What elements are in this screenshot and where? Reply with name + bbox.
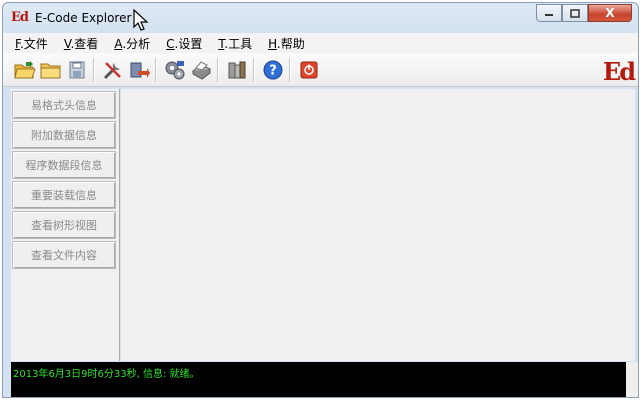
tools-icon (103, 61, 121, 79)
close-button[interactable]: X (588, 4, 632, 22)
open-file-button[interactable] (13, 58, 37, 82)
toolbar-separator (155, 57, 157, 82)
export-button[interactable] (127, 58, 151, 82)
nav-button-load-info[interactable]: 重要装载信息 (12, 181, 116, 209)
toolbar-separator (217, 57, 219, 82)
library-icon (228, 61, 246, 78)
save-button[interactable] (65, 58, 89, 82)
menu-settings[interactable]: C.设置 (166, 35, 202, 52)
print-button[interactable] (189, 58, 213, 82)
menu-view[interactable]: V.查看 (64, 35, 99, 52)
folder-icon (40, 63, 61, 78)
toolbar-separator (93, 57, 95, 82)
menu-file[interactable]: F.文件 (15, 35, 48, 52)
toolbar-separator (253, 57, 255, 82)
maximize-icon (570, 8, 580, 18)
nav-button-tree-view[interactable]: 查看树形视图 (12, 211, 116, 239)
export-icon (130, 62, 150, 78)
menu-help[interactable]: H.帮助 (268, 35, 305, 52)
nav-button-program-data-segment[interactable]: 程序数据段信息 (12, 151, 116, 179)
menu-tools[interactable]: T.工具 (218, 35, 252, 52)
help-button[interactable]: ? (261, 58, 285, 82)
close-icon: X (605, 6, 615, 20)
toolbar: ? Ed (3, 53, 638, 87)
gears-icon (165, 60, 185, 79)
status-log: 2013年6月3日9时6分33秒, 信息: 就绪。 (11, 362, 627, 397)
menu-analyze[interactable]: A.分析 (114, 35, 150, 52)
main-content-area (121, 89, 635, 361)
svg-text:?: ? (269, 63, 277, 78)
maximize-button[interactable] (562, 4, 588, 22)
nav-button-extra-data[interactable]: 附加数据信息 (12, 121, 116, 149)
app-window: Ed E-Code Explorer X F.文件 V.查看 A.分析 C.设置… (2, 2, 639, 398)
menu-bar: F.文件 V.查看 A.分析 C.设置 T.工具 H.帮助 (3, 33, 638, 53)
window-controls: X (536, 4, 632, 22)
status-text: 2013年6月3日9时6分33秒, 信息: 就绪。 (13, 369, 200, 380)
print-icon (192, 60, 211, 80)
minimize-icon (545, 14, 553, 16)
mouse-cursor-icon (133, 9, 149, 31)
save-icon (69, 61, 85, 78)
open-folder-icon (14, 60, 36, 78)
app-logo-icon: Ed (11, 10, 29, 25)
nav-button-file-content[interactable]: 查看文件内容 (12, 241, 116, 269)
status-scrollbar[interactable] (626, 362, 638, 397)
exit-icon (300, 61, 318, 78)
toolbar-separator (289, 57, 291, 82)
minimize-button[interactable] (536, 4, 562, 22)
help-icon: ? (263, 60, 283, 79)
library-button[interactable] (225, 58, 249, 82)
nav-button-header-info[interactable]: 易格式头信息 (12, 91, 116, 119)
brand-logo-icon: Ed (602, 57, 636, 86)
tools-button[interactable] (101, 58, 125, 82)
gears-button[interactable] (163, 58, 187, 82)
exit-button[interactable] (297, 58, 321, 82)
window-title: E-Code Explorer (35, 11, 132, 25)
title-bar[interactable]: Ed E-Code Explorer X (3, 3, 638, 33)
left-nav-panel: 易格式头信息 附加数据信息 程序数据段信息 重要装载信息 查看树形视图 查看文件… (11, 89, 120, 361)
folder-button[interactable] (39, 58, 63, 82)
